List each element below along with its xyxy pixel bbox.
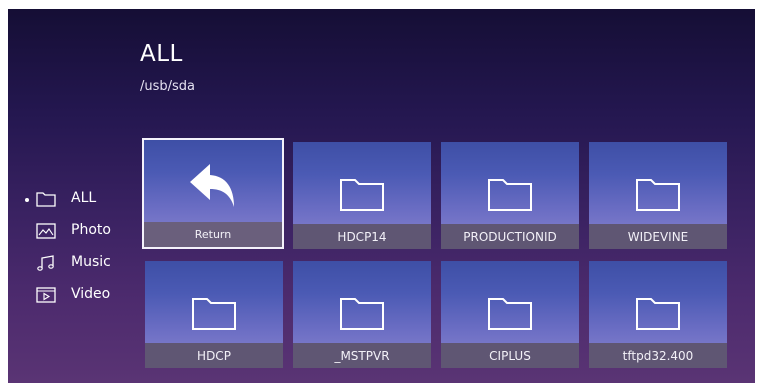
- grid-item-label: CIPLUS: [441, 343, 579, 368]
- media-browser-screen: ALL /usb/sda ALL Photo Music Video Retur…: [8, 9, 755, 383]
- sidebar-item-label: Video: [71, 286, 111, 302]
- grid-item-folder[interactable]: tftpd32.400: [589, 261, 727, 368]
- grid-item-folder[interactable]: HDCP14: [293, 142, 431, 249]
- grid-item-label: tftpd32.400: [589, 343, 727, 368]
- grid-item-label: WIDEVINE: [589, 224, 727, 249]
- grid-item-label: Return: [144, 222, 282, 247]
- folder-icon: [488, 298, 532, 330]
- grid-item-folder[interactable]: WIDEVINE: [589, 142, 727, 249]
- grid-item-return[interactable]: Return: [142, 138, 284, 249]
- grid-item-folder[interactable]: PRODUCTIONID: [441, 142, 579, 249]
- grid-item-folder[interactable]: CIPLUS: [441, 261, 579, 368]
- grid-item-folder[interactable]: _MSTPVR: [293, 261, 431, 368]
- photo-icon: [36, 223, 56, 239]
- sidebar-item-label: Music: [71, 254, 111, 270]
- grid-item-label: PRODUCTIONID: [441, 224, 579, 249]
- folder-icon: [636, 298, 680, 330]
- video-icon: [36, 287, 56, 303]
- sidebar-item-label: ALL: [71, 190, 97, 206]
- folder-icon: [340, 179, 384, 211]
- grid-item-folder[interactable]: HDCP: [145, 261, 283, 368]
- folder-icon: [36, 192, 56, 207]
- current-path: /usb/sda: [140, 79, 196, 94]
- grid-item-label: _MSTPVR: [293, 343, 431, 368]
- folder-icon: [340, 298, 384, 330]
- sidebar-item-label: Photo: [71, 222, 111, 238]
- grid-item-label: HDCP14: [293, 224, 431, 249]
- folder-icon: [636, 179, 680, 211]
- return-arrow-icon: [190, 164, 234, 207]
- grid-item-label: HDCP: [145, 343, 283, 368]
- folder-icon: [488, 179, 532, 211]
- selection-dot-icon: [25, 198, 29, 202]
- music-icon: [37, 255, 54, 271]
- folder-icon: [192, 298, 236, 330]
- page-title: ALL: [140, 41, 183, 67]
